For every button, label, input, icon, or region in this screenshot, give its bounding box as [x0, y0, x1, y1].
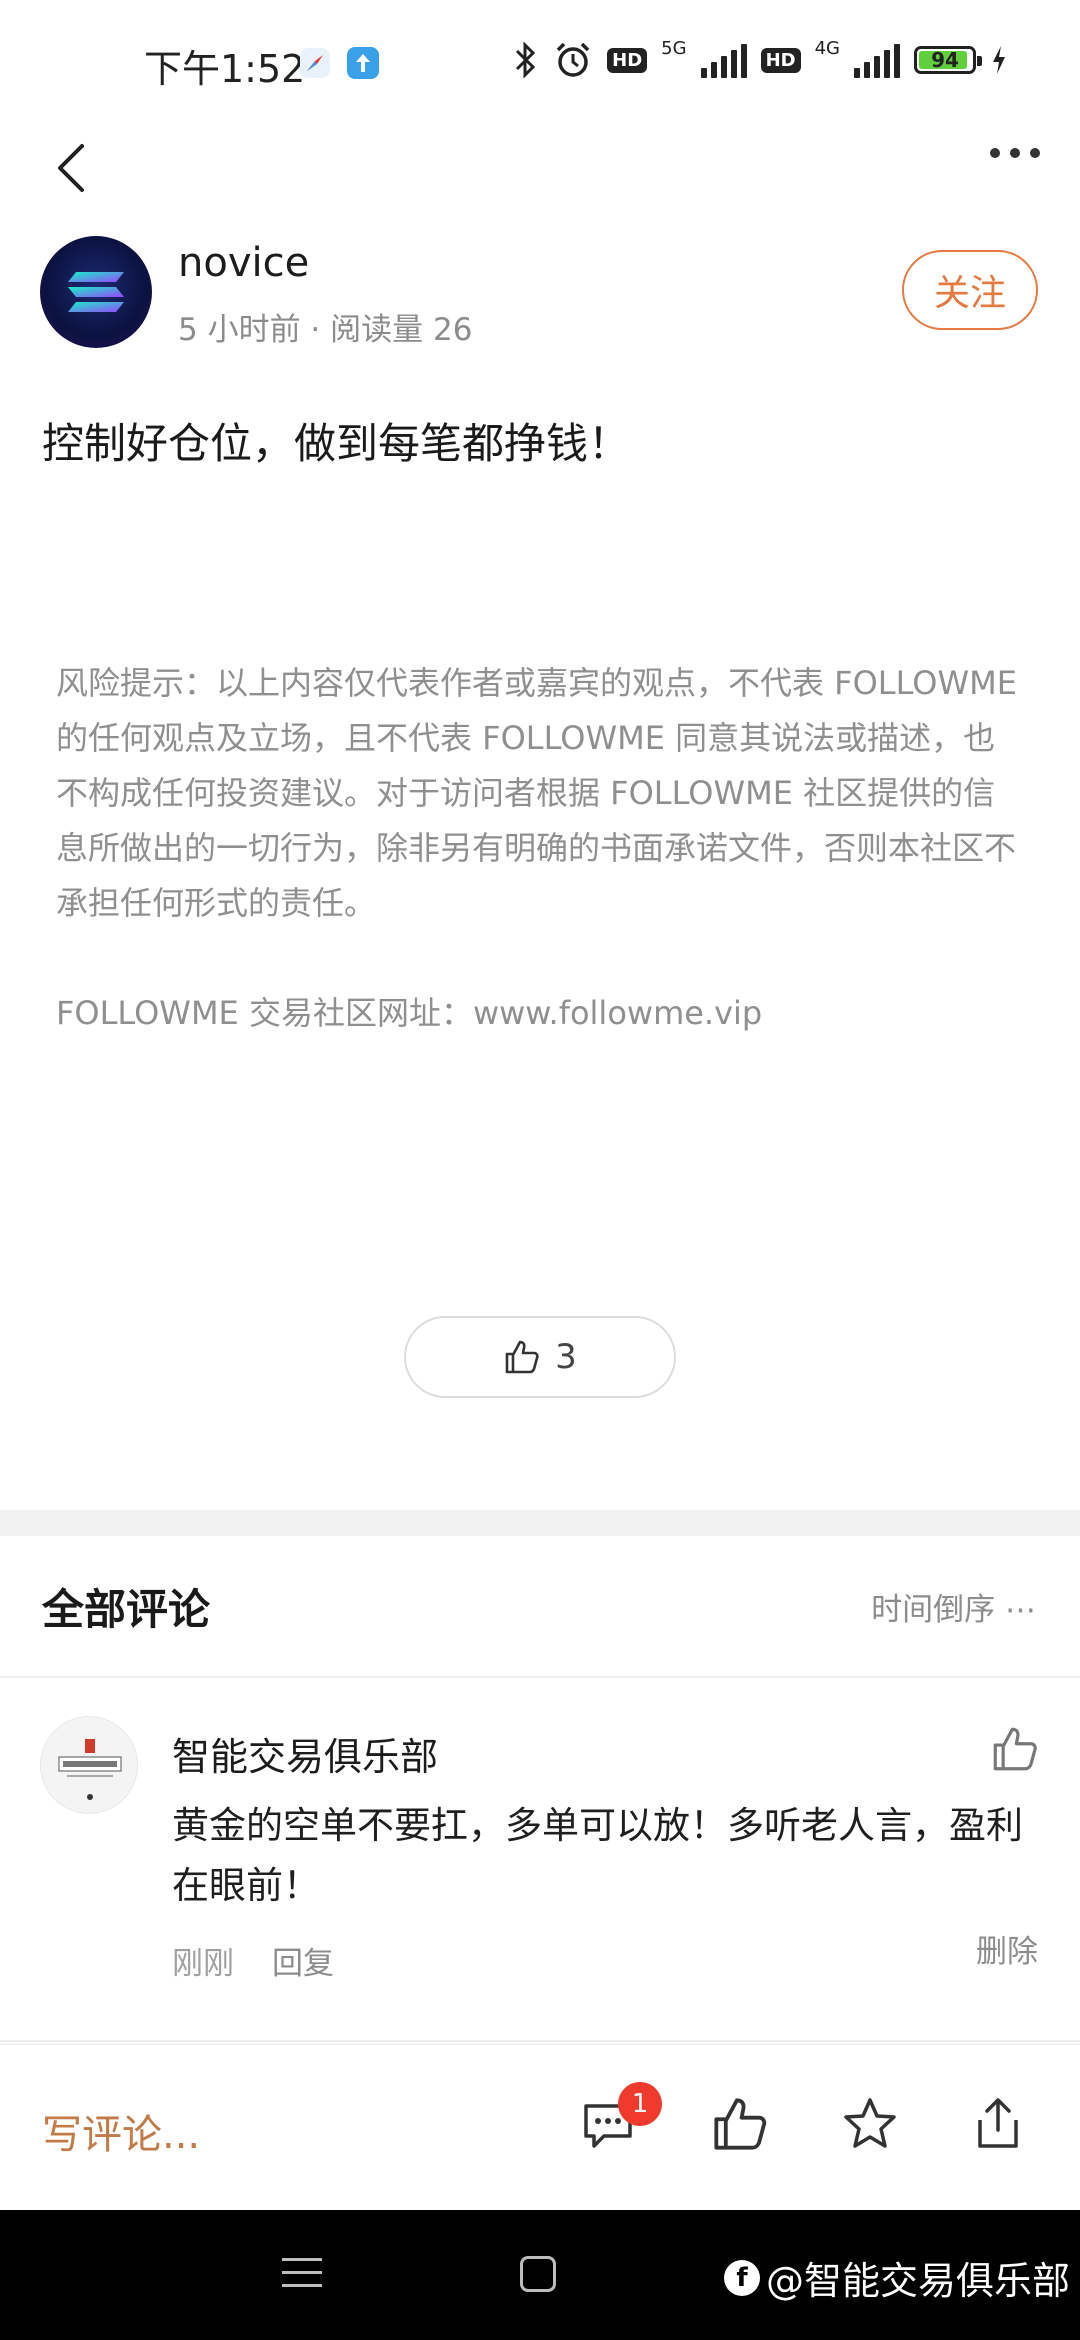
sort-label: 时间倒序 — [871, 1592, 996, 1628]
comments-title: 全部评论 — [42, 1585, 211, 1634]
comment-count-badge: 1 — [618, 2082, 662, 2126]
post-like-count: 3 — [555, 1337, 577, 1377]
watermark-text: @智能交易俱乐部 — [766, 2259, 1071, 2303]
reply-button[interactable]: 回复 — [272, 1938, 334, 1983]
comment-text: 黄金的空单不要扛，多单可以放！多听老人言，盈利在眼前！ — [172, 1804, 1023, 1907]
home-icon[interactable] — [520, 2256, 556, 2292]
risk-notice: 风险提示：以上内容仅代表作者或嘉宾的观点，不代表 FOLLOWME 的任何观点及… — [56, 664, 1017, 922]
watermark: f @智能交易俱乐部 — [724, 2250, 1070, 2305]
status-bar: 下午1:52 HD 5G HD 4G 94 — [0, 0, 1080, 120]
solana-logo-icon — [68, 272, 124, 312]
hd-badge-1: HD — [607, 47, 648, 73]
ellipsis-icon: ⋯ — [1005, 1592, 1036, 1628]
thumbs-up-icon — [505, 1340, 539, 1374]
network-type-2: 4G — [814, 37, 840, 59]
hd-badge-2: HD — [760, 47, 801, 73]
site-url: FOLLOWME 交易社区网址：www.followme.vip — [56, 994, 763, 1032]
status-time: 下午1:52 — [144, 47, 306, 91]
signal-icon-1 — [700, 42, 747, 78]
commenter-avatar[interactable] — [40, 1716, 138, 1814]
write-comment-input[interactable]: 写评论... — [42, 2102, 200, 2160]
author-avatar[interactable] — [40, 236, 152, 348]
post-meta: 5 小时前 · 阅读量 26 — [178, 312, 473, 348]
back-arrow-icon[interactable] — [44, 138, 104, 198]
network-type-1: 5G — [661, 37, 687, 59]
signal-icon-2 — [854, 42, 900, 78]
commenter-name[interactable]: 智能交易俱乐部 — [172, 1726, 438, 1781]
battery-level: 94 — [931, 48, 959, 72]
compass-app-icon — [300, 48, 330, 78]
alarm-icon — [556, 42, 590, 77]
battery-icon: 94 — [914, 46, 982, 74]
delete-button[interactable]: 删除 — [976, 1926, 1038, 1971]
post-like-button[interactable]: 3 — [404, 1316, 676, 1398]
share-icon[interactable] — [968, 2094, 1028, 2154]
comment-time: 刚刚 — [172, 1946, 234, 1982]
status-icons: HD 5G HD 4G 94 — [513, 37, 1008, 80]
author-name[interactable]: novice — [178, 240, 309, 286]
divider — [0, 1676, 1080, 1678]
recent-apps-icon[interactable] — [282, 2258, 322, 2297]
watermark-logo-icon: f — [724, 2259, 760, 2296]
upload-app-icon — [347, 47, 379, 79]
club-logo-icon — [58, 1739, 122, 1800]
section-divider — [0, 1510, 1080, 1536]
star-icon[interactable] — [840, 2094, 900, 2154]
charging-icon — [993, 46, 1005, 74]
comment-like-icon[interactable] — [990, 1724, 1040, 1774]
post-content: 控制好仓位，做到每笔都挣钱！ — [42, 419, 631, 468]
divider — [0, 2040, 1080, 2042]
bluetooth-icon — [516, 41, 536, 79]
like-icon[interactable] — [710, 2094, 770, 2154]
sort-dropdown[interactable]: 时间倒序 ⋯ — [871, 1584, 1036, 1629]
more-options-icon[interactable] — [990, 148, 1040, 158]
follow-button[interactable]: 关注 — [902, 250, 1038, 330]
